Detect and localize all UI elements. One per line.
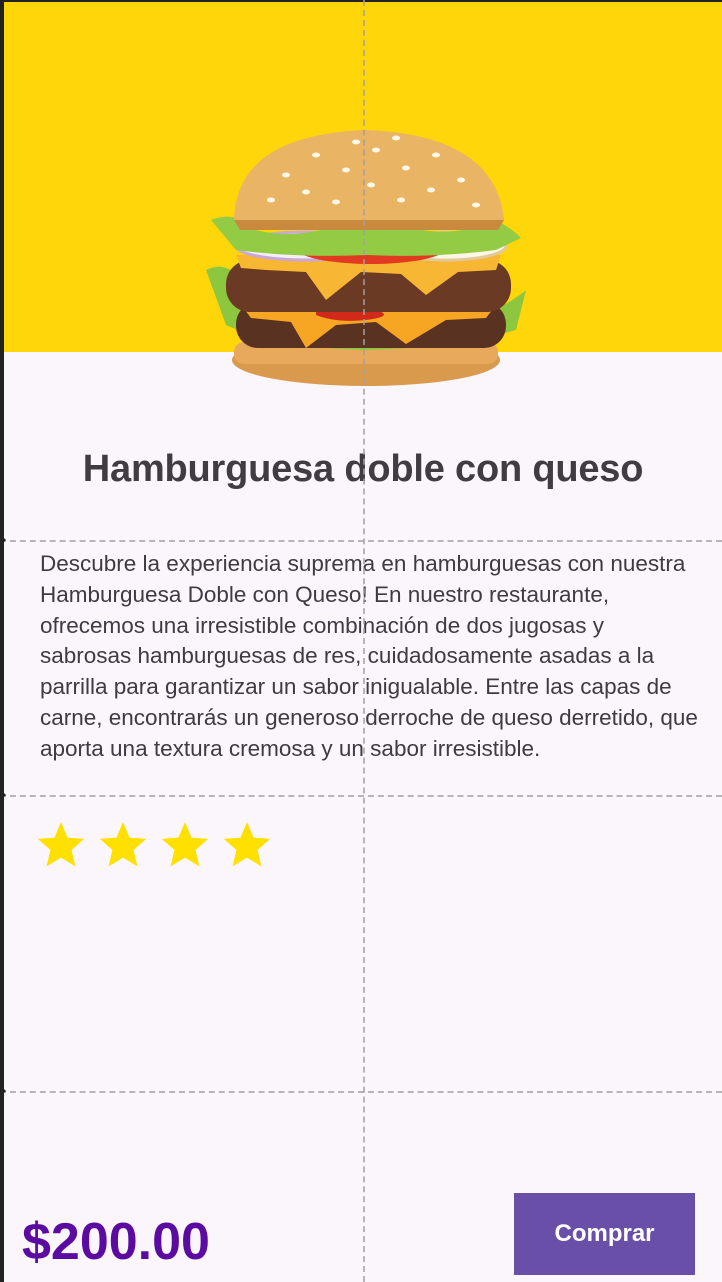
guide-handle[interactable]: [0, 1085, 6, 1097]
layout-guide-horizontal: [0, 1091, 722, 1093]
star-icon: [99, 822, 147, 867]
layout-guide-vertical: [363, 0, 365, 1282]
layout-guide-horizontal: [0, 795, 722, 797]
layout-guide-horizontal: [0, 540, 722, 542]
product-description: Descubre la experiencia suprema en hambu…: [40, 551, 698, 761]
buy-button[interactable]: Comprar: [514, 1193, 695, 1275]
star-icon: [223, 822, 271, 867]
burger-image: [206, 130, 526, 386]
star-icon: [37, 822, 85, 867]
guide-handle[interactable]: [0, 789, 6, 801]
star-icon: [161, 822, 209, 867]
product-price: $200.00: [22, 1213, 210, 1271]
guide-handle[interactable]: [0, 534, 6, 546]
rating-stars: [34, 818, 274, 872]
